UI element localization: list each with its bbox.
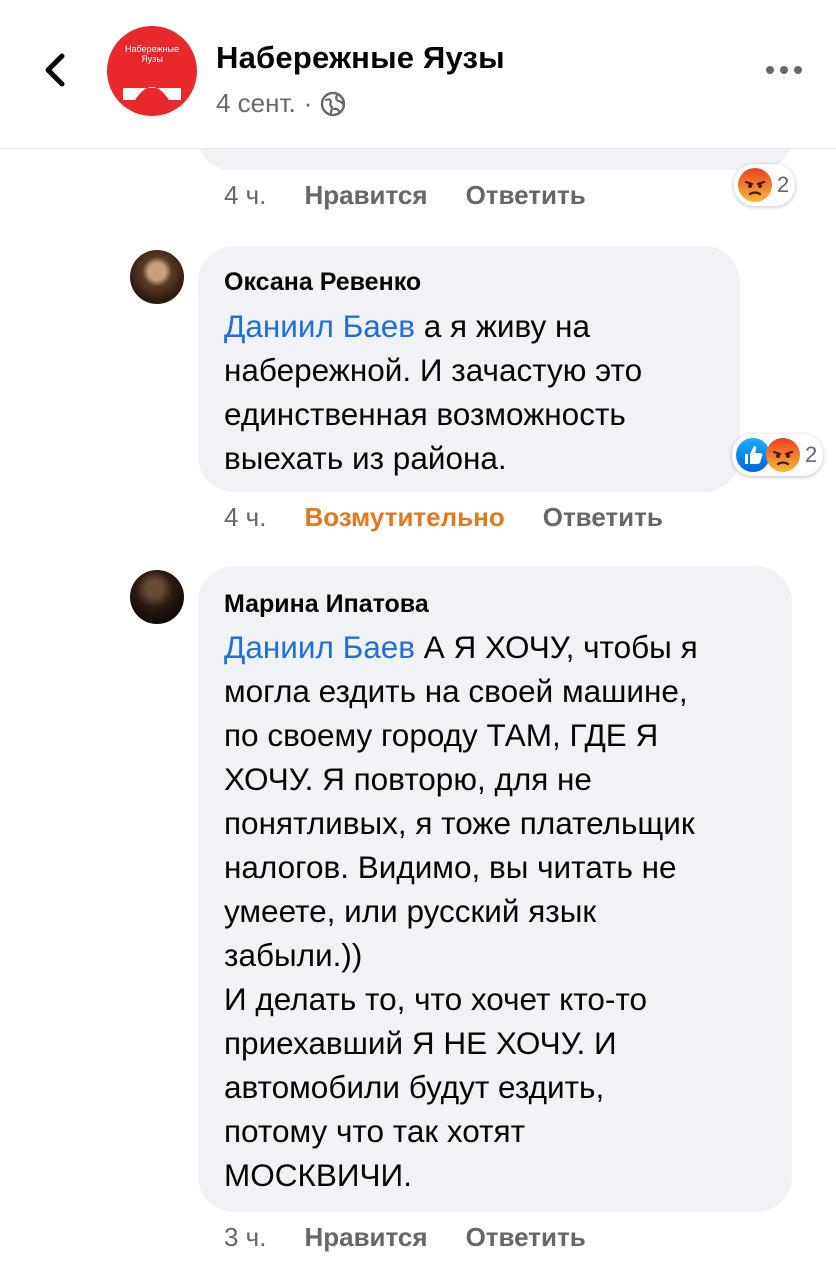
comment-text-line: И делать то, что хочет кто-то xyxy=(224,981,647,1017)
comment-actions: 3 ч. Нравится Ответить xyxy=(224,1222,624,1253)
comment-author[interactable]: Оксана Ревенко xyxy=(224,268,421,297)
comment-text-line: выехать из района. xyxy=(224,440,507,476)
reaction-button[interactable]: Возмутительно xyxy=(304,502,504,533)
comment-text-line: по своему городу ТАМ, ГДЕ Я xyxy=(224,717,659,753)
more-options-button[interactable] xyxy=(764,60,804,80)
page-avatar[interactable]: Набережные Яузы xyxy=(107,26,197,116)
comment-text-line: налогов. Видимо, вы читать не xyxy=(224,849,677,885)
reaction-summary[interactable]: 2 xyxy=(734,164,796,206)
reply-button[interactable]: Ответить xyxy=(543,502,663,533)
comment-time[interactable]: 4 ч. xyxy=(224,180,266,211)
previous-comment-actions: 4 ч. Нравится Ответить xyxy=(224,180,624,211)
post-header: Набережные Яузы Набережные Яузы 4 сент. · xyxy=(0,0,836,149)
globe-icon xyxy=(321,91,346,116)
comment-text: Даниил Баев А Я ХОЧУ, чтобы я могла ездит… xyxy=(224,625,698,1197)
reaction-count: 2 xyxy=(805,442,818,467)
comment-time[interactable]: 4 ч. xyxy=(224,502,266,533)
like-button[interactable]: Нравится xyxy=(304,180,427,211)
comment-text-line: понятливых, я тоже плательщик xyxy=(224,805,695,841)
more-horizontal-icon xyxy=(766,66,802,74)
comment-text-line: единственная возможность xyxy=(224,396,626,432)
comment-text-line: МОСКВИЧИ. xyxy=(224,1157,412,1193)
angry-icon xyxy=(765,437,801,473)
comment-text: Даниил Баев а я живу на набережной. И зач… xyxy=(224,304,642,480)
comment-text-line: ХОЧУ. Я повторю, для не xyxy=(224,761,592,797)
commenter-avatar[interactable] xyxy=(130,570,184,624)
reply-button[interactable]: Ответить xyxy=(466,1222,586,1253)
comment-text-line: могла ездить на своей машине, xyxy=(224,673,688,709)
back-button[interactable] xyxy=(38,52,74,88)
angry-icon xyxy=(737,167,773,203)
bridge-logo-icon xyxy=(123,87,181,100)
reply-button[interactable]: Ответить xyxy=(466,180,586,211)
like-button[interactable]: Нравится xyxy=(304,1222,427,1253)
comment-text-line: а я живу на xyxy=(415,308,590,344)
comment-text-line: набережной. И зачастую это xyxy=(224,352,643,388)
comment-text-line: потому что так хотят xyxy=(224,1113,526,1149)
page-logo-text: Набережные Яузы xyxy=(125,44,179,64)
comment-text-line: забыли.)) xyxy=(224,937,363,973)
comment-author[interactable]: Марина Ипатова xyxy=(224,590,429,619)
chevron-left-icon xyxy=(45,53,65,87)
meta-separator: · xyxy=(303,88,313,118)
comment-text-line: автомобили будут ездить, xyxy=(224,1069,605,1105)
comment-text-line: приехавший Я НЕ ХОЧУ. И xyxy=(224,1025,617,1061)
comment-text-line: А Я ХОЧУ, чтобы я xyxy=(415,629,698,665)
comment-time[interactable]: 3 ч. xyxy=(224,1222,266,1253)
comment-text-line: умеете, или русский язык xyxy=(224,893,597,929)
post-meta: 4 сент. · xyxy=(216,88,346,119)
post-date[interactable]: 4 сент. xyxy=(216,88,296,119)
page-name[interactable]: Набережные Яузы xyxy=(216,40,505,76)
reaction-summary[interactable]: 2 xyxy=(732,434,824,476)
mention-link[interactable]: Даниил Баев xyxy=(224,308,415,344)
mention-link[interactable]: Даниил Баев xyxy=(224,629,415,665)
comment-actions: 4 ч. Возмутительно Ответить xyxy=(224,502,701,533)
commenter-avatar[interactable] xyxy=(130,250,184,304)
reaction-count: 2 xyxy=(777,172,790,197)
